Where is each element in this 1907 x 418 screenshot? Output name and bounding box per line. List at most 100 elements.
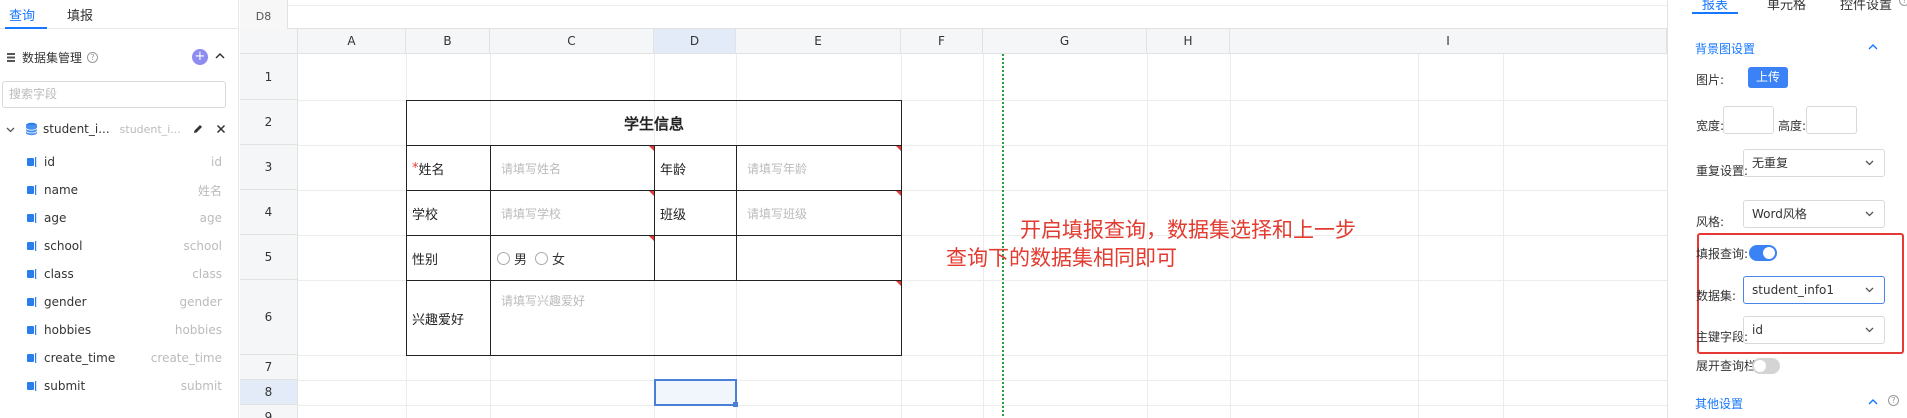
form-title[interactable]: 学生信息: [407, 101, 902, 146]
row-header[interactable]: 9: [240, 405, 298, 418]
school-label-cell[interactable]: 学校: [407, 191, 491, 236]
primary-key-value: id: [1752, 323, 1763, 337]
field-alias: hobbies: [174, 323, 222, 337]
column-header[interactable]: A: [298, 29, 406, 54]
dataset-value: student_info1: [1752, 283, 1835, 297]
column-header[interactable]: E: [736, 29, 901, 54]
class-input-cell[interactable]: 请填写班级: [737, 191, 902, 236]
dataset-item[interactable]: student_i... student_i...: [6, 118, 230, 140]
field-item[interactable]: age age: [0, 204, 230, 232]
chevron-down-icon: [1865, 211, 1874, 217]
name-input-cell[interactable]: 请填写姓名: [491, 146, 655, 191]
hobbies-label-cell[interactable]: 兴趣爱好: [407, 281, 491, 356]
other-section-title: 其他设置: [1695, 397, 1744, 411]
add-dataset-button[interactable]: +: [192, 49, 208, 65]
dataset-select[interactable]: student_info1: [1743, 276, 1885, 304]
field-search-input[interactable]: 搜索字段: [2, 81, 226, 108]
gender-label-cell[interactable]: 性别: [407, 236, 491, 281]
row-header[interactable]: 1: [240, 54, 298, 100]
help-icon[interactable]: ?: [1888, 395, 1899, 406]
row-header[interactable]: 8: [240, 380, 298, 405]
field-item[interactable]: class class: [0, 260, 230, 288]
widget-marker: [649, 236, 654, 241]
help-icon[interactable]: ?: [87, 51, 99, 63]
chevron-up-icon[interactable]: [1868, 43, 1878, 51]
edit-icon[interactable]: [192, 123, 204, 135]
settings-panel: 报表 单元格 控件设置 ? 背景图设置 图片: 上传 宽度: 高度: 重复设置:…: [1667, 0, 1907, 418]
fill-query-label: 填报查询:: [1696, 247, 1749, 261]
tab-fill[interactable]: 填报: [67, 0, 125, 28]
row-header[interactable]: 2: [240, 100, 298, 145]
field-name: gender: [44, 295, 87, 309]
radio-female[interactable]: [535, 251, 549, 265]
row-header[interactable]: 6: [240, 280, 298, 355]
column-header[interactable]: G: [983, 29, 1147, 54]
field-item[interactable]: school school: [0, 232, 230, 260]
tab-query[interactable]: 查询: [5, 0, 67, 29]
primary-key-select[interactable]: id: [1743, 316, 1885, 344]
field-icon: [27, 325, 37, 335]
column-header[interactable]: C: [490, 29, 654, 54]
close-icon[interactable]: [216, 124, 226, 134]
fill-query-toggle[interactable]: [1749, 245, 1777, 261]
field-alias: create_time: [150, 351, 222, 365]
selected-cell[interactable]: [654, 379, 738, 407]
field-alias: submit: [180, 379, 222, 393]
field-item[interactable]: hobbies hobbies: [0, 316, 230, 344]
field-item[interactable]: gender gender: [0, 288, 230, 316]
toolbar-strip: [288, 0, 1667, 6]
column-header[interactable]: D: [654, 29, 736, 54]
column-header[interactable]: H: [1147, 29, 1230, 54]
upload-button[interactable]: 上传: [1748, 67, 1788, 88]
tab-cell[interactable]: 单元格: [1767, 0, 1806, 13]
chevron-up-icon[interactable]: [1868, 398, 1878, 406]
field-icon: [27, 241, 37, 251]
field-name: name: [44, 183, 79, 197]
fill-handle[interactable]: [733, 402, 738, 407]
dataset-list-icon: [7, 52, 15, 62]
column-header[interactable]: B: [406, 29, 490, 54]
repeat-select[interactable]: 无重复: [1743, 149, 1885, 177]
column-header[interactable]: I: [1230, 29, 1667, 54]
field-item[interactable]: create_time create_time: [0, 344, 230, 372]
tab-widget-settings[interactable]: 控件设置: [1840, 0, 1892, 13]
cell-reference[interactable]: D8: [240, 0, 288, 29]
hobbies-input-cell[interactable]: 请填写兴趣爱好: [491, 281, 902, 356]
dataset-name: student_i...: [43, 122, 110, 136]
school-input-cell[interactable]: 请填写学校: [491, 191, 655, 236]
class-placeholder: 请填写班级: [747, 206, 808, 221]
gender-radio-cell[interactable]: 男 女: [491, 236, 655, 281]
image-label: 图片:: [1696, 73, 1725, 87]
column-header[interactable]: F: [901, 29, 983, 54]
empty-cell[interactable]: [655, 236, 737, 281]
height-input[interactable]: [1806, 106, 1857, 134]
chevron-up-icon[interactable]: [214, 50, 226, 62]
width-input[interactable]: [1723, 106, 1774, 134]
age-input-cell[interactable]: 请填写年龄: [737, 146, 902, 191]
expand-query-toggle[interactable]: [1752, 358, 1780, 374]
age-label-cell[interactable]: 年龄: [655, 146, 737, 191]
field-icon: [27, 297, 37, 307]
class-label-cell[interactable]: 班级: [655, 191, 737, 236]
field-item[interactable]: id id: [0, 148, 230, 176]
row-header[interactable]: 7: [240, 355, 298, 380]
style-select[interactable]: Word风格: [1743, 200, 1885, 228]
grid-corner[interactable]: [240, 29, 298, 54]
field-alias: age: [199, 211, 222, 225]
bg-section-title: 背景图设置: [1695, 42, 1756, 56]
chevron-down-icon[interactable]: [6, 125, 15, 134]
field-item[interactable]: name 姓名: [0, 176, 230, 204]
field-item[interactable]: submit submit: [0, 372, 230, 400]
dataset-manager-title: 数据集管理: [22, 50, 83, 65]
field-list: id id name 姓名 age age school school clas…: [0, 148, 230, 400]
help-icon[interactable]: ?: [1899, 0, 1907, 6]
radio-male[interactable]: [497, 251, 510, 265]
empty-cell[interactable]: [737, 236, 902, 281]
name-label-cell[interactable]: * 姓名: [407, 146, 491, 191]
width-label: 宽度:: [1696, 119, 1725, 133]
row-header[interactable]: 5: [240, 235, 298, 280]
chevron-down-icon: [1865, 160, 1874, 166]
repeat-value: 无重复: [1752, 156, 1789, 170]
row-header[interactable]: 4: [240, 190, 298, 235]
row-header[interactable]: 3: [240, 145, 298, 190]
